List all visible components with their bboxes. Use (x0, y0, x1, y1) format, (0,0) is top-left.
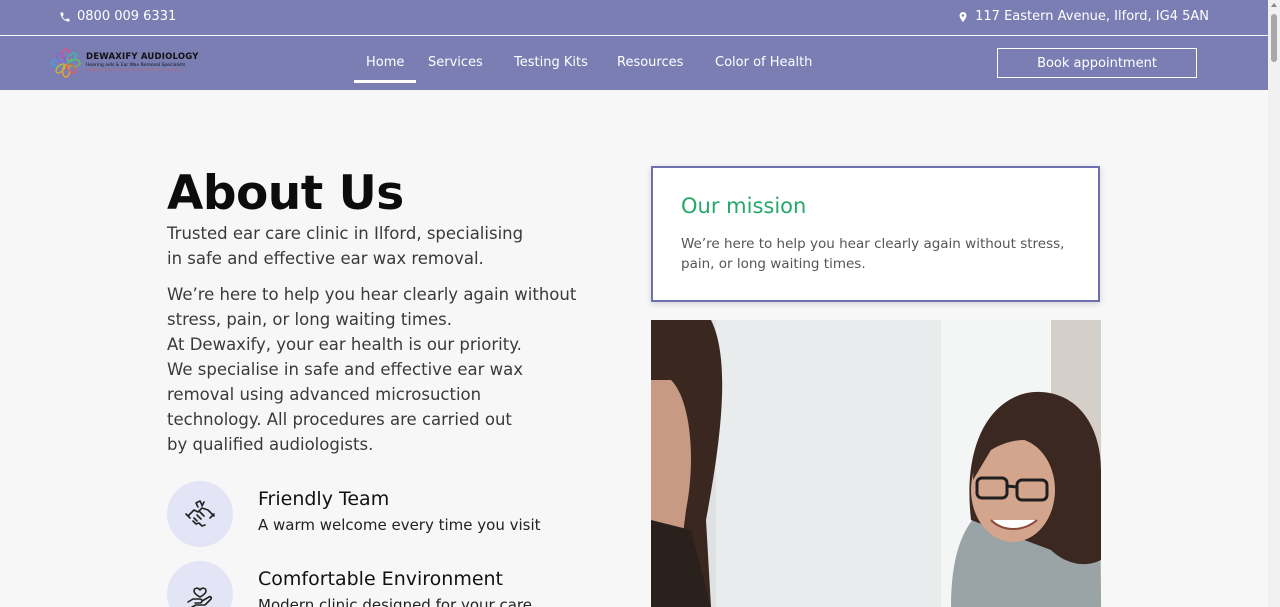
mission-card: Our mission We’re here to help you hear … (651, 166, 1100, 302)
about-body-line: We’re here to help you hear clearly agai… (167, 285, 577, 304)
feature-description: Modern clinic designed for your care (258, 596, 532, 607)
brand-subtagline: BRINGING BACK THE COMFORT OF SOUND (86, 68, 181, 73)
about-lead-line: in safe and effective ear wax removal. (167, 249, 484, 268)
about-body: We’re here to help you hear clearly agai… (167, 282, 587, 457)
book-appointment-button[interactable]: Book appointment (997, 48, 1197, 78)
map-pin-icon (959, 11, 967, 22)
phone-number: 0800 009 6331 (77, 9, 177, 24)
feature-icon-circle (167, 481, 233, 547)
handshake-icon (185, 500, 215, 527)
scroll-up-icon[interactable] (1271, 3, 1277, 7)
feature-comfortable-environment: Comfortable Environment Modern clinic de… (167, 561, 587, 607)
about-body-line: by qualified audiologists. (167, 435, 374, 454)
about-body-line: At Dewaxify, your ear health is our prio… (167, 335, 522, 354)
clinic-photo-image (651, 320, 1101, 607)
nav-item-home[interactable]: Home (353, 55, 417, 83)
scrollbar-thumb[interactable] (1271, 14, 1277, 62)
address-link[interactable]: 117 Eastern Avenue, Ilford, IG4 5AN (957, 9, 1209, 24)
nav-item-testing-kits[interactable]: Testing Kits (514, 55, 588, 70)
heart-hand-icon (187, 587, 213, 607)
top-info-bar: 0800 009 6331 117 Eastern Avenue, Ilford… (0, 0, 1268, 35)
about-body-line: We specialise in safe and effective ear … (167, 360, 523, 379)
about-body-line: technology. All procedures are carried o… (167, 410, 512, 429)
page-title: About Us (167, 166, 404, 221)
clinic-photo (651, 320, 1101, 607)
flower-logo-icon (51, 48, 81, 78)
feature-description: A warm welcome every time you visit (258, 516, 541, 534)
about-lead: Trusted ear care clinic in Ilford, speci… (167, 221, 547, 271)
feature-friendly-team: Friendly Team A warm welcome every time … (167, 481, 587, 547)
feature-title: Comfortable Environment (258, 568, 504, 590)
about-lead-line: Trusted ear care clinic in Ilford, speci… (167, 224, 524, 243)
about-body-line: stress, pain, or long waiting times. (167, 310, 452, 329)
about-body-line: removal using advanced microsuction (167, 385, 482, 404)
mission-text: We’re here to help you hear clearly agai… (681, 236, 1065, 272)
main-navbar: DEWAXIFY AUDIOLOGY Hearing aids & Ear Wa… (0, 36, 1268, 90)
nav-item-services[interactable]: Services (428, 55, 483, 70)
mission-title: Our mission (681, 194, 807, 218)
phone-link[interactable]: 0800 009 6331 (59, 9, 176, 24)
nav-item-color-of-health[interactable]: Color of Health (715, 55, 812, 70)
page-scrollbar[interactable] (1268, 0, 1280, 607)
feature-icon-circle (167, 561, 233, 607)
brand-name: DEWAXIFY AUDIOLOGY (86, 52, 199, 63)
phone-icon (60, 12, 70, 21)
address-text: 117 Eastern Avenue, Ilford, IG4 5AN (975, 9, 1209, 24)
brand-logo[interactable]: DEWAXIFY AUDIOLOGY Hearing aids & Ear Wa… (50, 46, 210, 80)
nav-item-resources[interactable]: Resources (617, 55, 683, 70)
feature-title: Friendly Team (258, 488, 390, 510)
